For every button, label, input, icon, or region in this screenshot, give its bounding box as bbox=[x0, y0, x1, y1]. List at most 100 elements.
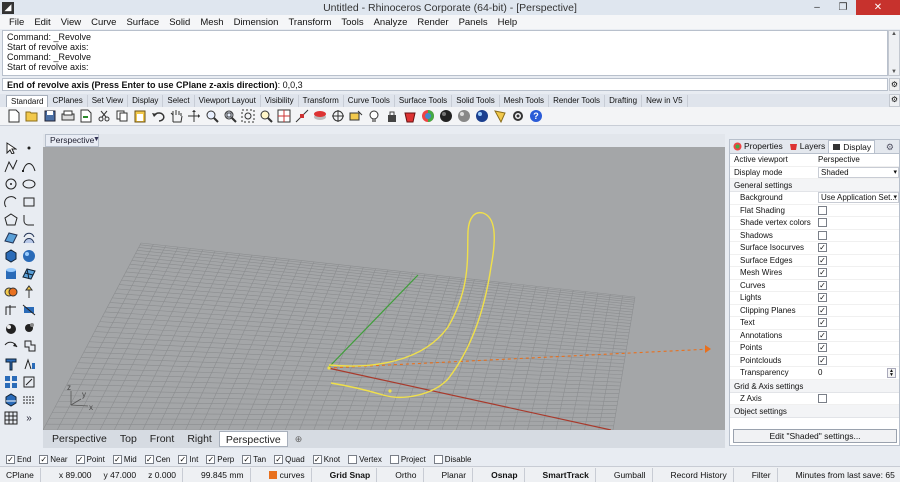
move-icon[interactable] bbox=[21, 284, 37, 300]
tab-surface-tools[interactable]: Surface Tools bbox=[395, 95, 453, 107]
curve-endpoint[interactable] bbox=[327, 366, 331, 370]
osnap-toggle[interactable]: Osnap bbox=[485, 470, 523, 480]
osnap-cen[interactable]: ✓ Cen bbox=[144, 454, 170, 464]
transparency-spinner[interactable]: ▲ ▼ bbox=[887, 368, 896, 378]
zoom-extents-icon[interactable] bbox=[240, 108, 256, 124]
osnap-icon[interactable] bbox=[294, 108, 310, 124]
open-icon[interactable] bbox=[24, 108, 40, 124]
viewport-scene[interactable]: z y x bbox=[43, 147, 725, 430]
add-viewport-icon[interactable]: ⊕ bbox=[289, 431, 309, 447]
tab-properties[interactable]: Properties bbox=[730, 140, 786, 153]
light-bulb-icon[interactable] bbox=[492, 108, 508, 124]
edit-shaded-settings-button[interactable]: Edit "Shaded" settings... bbox=[733, 429, 897, 443]
scroll-down-icon[interactable]: ▼ bbox=[891, 69, 897, 75]
save-icon[interactable] bbox=[42, 108, 58, 124]
select-arrow-icon[interactable] bbox=[3, 140, 19, 156]
osnap-checkbox[interactable]: ✓ bbox=[312, 455, 322, 464]
lock-icon[interactable] bbox=[384, 108, 400, 124]
import-icon[interactable] bbox=[78, 108, 94, 124]
tab-front[interactable]: Front bbox=[144, 431, 181, 447]
maximize-button[interactable]: ❐ bbox=[830, 0, 856, 15]
display-flag-checkbox[interactable]: ✓ bbox=[818, 330, 827, 340]
display-flag-checkbox[interactable] bbox=[818, 230, 827, 240]
tab-drafting[interactable]: Drafting bbox=[605, 95, 643, 107]
osnap-checkbox[interactable] bbox=[433, 455, 443, 464]
grid-snap-toggle[interactable]: Grid Snap bbox=[324, 470, 377, 480]
osnap-disable[interactable]: Disable bbox=[433, 454, 471, 464]
menu-dimension[interactable]: Dimension bbox=[229, 17, 284, 28]
gumball-toggle[interactable]: Gumball bbox=[608, 470, 652, 480]
menu-panels[interactable]: Panels bbox=[454, 17, 493, 28]
close-button[interactable]: ✕ bbox=[856, 0, 900, 15]
display-flag-checkbox[interactable]: ✓ bbox=[818, 355, 827, 365]
osnap-checkbox[interactable]: ✓ bbox=[178, 455, 188, 464]
menu-solid[interactable]: Solid bbox=[164, 17, 195, 28]
osnap-checkbox[interactable]: ✓ bbox=[144, 455, 154, 464]
command-history-scrollbar[interactable]: ▲ ▼ bbox=[888, 30, 900, 76]
perspective-viewport[interactable]: z y x bbox=[43, 147, 725, 430]
tab-mesh-tools[interactable]: Mesh Tools bbox=[500, 95, 550, 107]
point-icon[interactable] bbox=[21, 140, 37, 156]
osnap-perp[interactable]: ✓ Perp bbox=[206, 454, 234, 464]
help-icon[interactable]: ? bbox=[528, 108, 544, 124]
tab-new-in-v5[interactable]: New in V5 bbox=[642, 95, 688, 107]
menu-analyze[interactable]: Analyze bbox=[369, 17, 413, 28]
curve-icon[interactable] bbox=[21, 158, 37, 174]
command-options-icon[interactable]: ⚙ bbox=[889, 78, 900, 91]
tab-viewport-layout[interactable]: Viewport Layout bbox=[195, 95, 261, 107]
display-flag-checkbox[interactable]: ✓ bbox=[818, 280, 827, 290]
osnap-mid[interactable]: ✓ Mid bbox=[112, 454, 137, 464]
fillet-icon[interactable] bbox=[21, 212, 37, 228]
display-flag-checkbox[interactable]: ✓ bbox=[818, 343, 827, 352]
analyze-icon[interactable] bbox=[3, 392, 19, 408]
select-icon[interactable] bbox=[330, 108, 346, 124]
tab-perspective[interactable]: Perspective bbox=[46, 431, 113, 447]
options-icon[interactable] bbox=[510, 108, 526, 124]
zoom-dynamic-icon[interactable] bbox=[204, 108, 220, 124]
scroll-up-icon[interactable]: ▲ bbox=[891, 31, 897, 37]
display-flag-checkbox[interactable]: ✓ bbox=[818, 318, 827, 327]
planar-toggle[interactable]: Planar bbox=[436, 470, 473, 480]
tab-set-view[interactable]: Set View bbox=[88, 95, 129, 107]
layer-icon[interactable] bbox=[402, 108, 418, 124]
array-icon[interactable] bbox=[3, 374, 19, 390]
display-flag-checkbox[interactable] bbox=[818, 218, 827, 227]
tab-right[interactable]: Right bbox=[181, 431, 218, 447]
boolean-icon[interactable] bbox=[3, 284, 19, 300]
hide-icon[interactable] bbox=[312, 108, 328, 124]
osnap-checkbox[interactable]: ✓ bbox=[206, 455, 216, 464]
join-icon[interactable] bbox=[3, 338, 19, 354]
grid-icon[interactable] bbox=[3, 410, 19, 426]
pan-icon[interactable] bbox=[168, 108, 184, 124]
trim-icon[interactable] bbox=[21, 302, 37, 318]
osnap-checkbox[interactable]: ✓ bbox=[75, 455, 85, 464]
menu-surface[interactable]: Surface bbox=[121, 17, 164, 28]
display-flag-checkbox[interactable]: ✓ bbox=[818, 305, 827, 315]
osnap-project[interactable]: Project bbox=[389, 454, 426, 464]
explode-icon[interactable] bbox=[21, 320, 37, 336]
extrude-icon[interactable] bbox=[21, 230, 37, 246]
cut-icon[interactable] bbox=[96, 108, 112, 124]
menu-curve[interactable]: Curve bbox=[86, 17, 121, 28]
tab-display[interactable]: Display bbox=[828, 140, 876, 153]
circle-icon[interactable] bbox=[3, 176, 19, 192]
rendered-icon[interactable] bbox=[474, 108, 490, 124]
light-icon[interactable] bbox=[366, 108, 382, 124]
general-settings-header[interactable]: General settings bbox=[730, 179, 899, 192]
menu-view[interactable]: View bbox=[56, 17, 86, 28]
rotate-view-icon[interactable] bbox=[186, 108, 202, 124]
menu-edit[interactable]: Edit bbox=[29, 17, 55, 28]
polyline-icon[interactable] bbox=[3, 158, 19, 174]
menu-file[interactable]: File bbox=[4, 17, 29, 28]
curve-point[interactable] bbox=[388, 389, 392, 393]
zoom-window-icon[interactable] bbox=[222, 108, 238, 124]
arc-icon[interactable] bbox=[3, 194, 19, 210]
tab-standard[interactable]: Standard bbox=[6, 95, 49, 107]
surface-icon[interactable] bbox=[3, 230, 19, 246]
display-flag-checkbox[interactable] bbox=[818, 205, 827, 215]
tab-transform[interactable]: Transform bbox=[299, 95, 344, 107]
paste-icon[interactable] bbox=[132, 108, 148, 124]
new-icon[interactable] bbox=[6, 108, 22, 124]
tab-solid-tools[interactable]: Solid Tools bbox=[452, 95, 500, 107]
shaded-icon[interactable] bbox=[456, 108, 472, 124]
